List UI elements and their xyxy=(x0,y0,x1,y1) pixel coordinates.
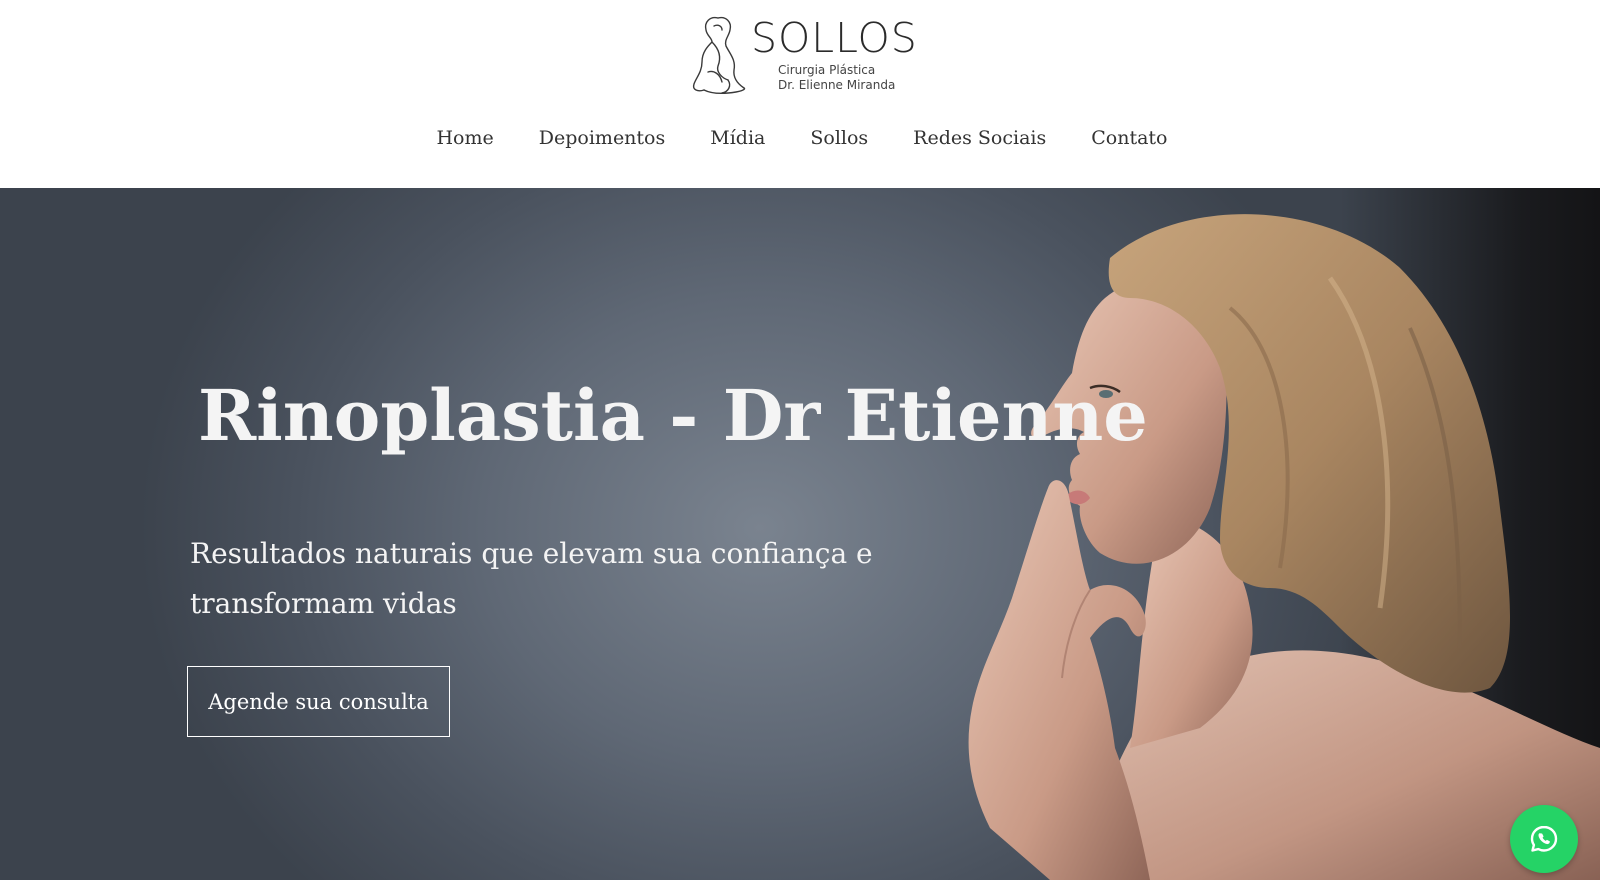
schedule-consultation-button[interactable]: Agende sua consulta xyxy=(187,666,450,737)
brand-logo[interactable]: SOLLOS Cirurgia Plástica Dr. Elienne Mir… xyxy=(688,10,920,96)
brand-wordmark: SOLLOS xyxy=(751,14,918,62)
brand-doctor-name: Dr. Elienne Miranda xyxy=(778,78,896,92)
woman-figure-logo-icon xyxy=(692,16,746,95)
hero-subtitle: Resultados naturais que elevam sua confi… xyxy=(190,537,873,620)
main-nav: Home Depoimentos Mídia Sollos Redes Soci… xyxy=(0,127,1600,149)
site-header: SOLLOS Cirurgia Plástica Dr. Elienne Mir… xyxy=(0,0,1600,188)
nav-item-contato[interactable]: Contato xyxy=(1091,127,1167,149)
hero-banner: Rinoplastia - Dr Etienne Resultados natu… xyxy=(0,188,1600,880)
brand-subtitle: Cirurgia Plástica xyxy=(778,63,876,77)
nav-item-redes-sociais[interactable]: Redes Sociais xyxy=(913,127,1046,149)
nav-item-home[interactable]: Home xyxy=(436,127,493,149)
whatsapp-button[interactable] xyxy=(1510,805,1578,873)
nav-item-sollos[interactable]: Sollos xyxy=(810,127,868,149)
whatsapp-icon xyxy=(1530,825,1558,852)
nav-item-depoimentos[interactable]: Depoimentos xyxy=(539,127,665,149)
hero-title: Rinoplastia - Dr Etienne xyxy=(198,374,1148,457)
nav-item-midia[interactable]: Mídia xyxy=(710,127,765,149)
